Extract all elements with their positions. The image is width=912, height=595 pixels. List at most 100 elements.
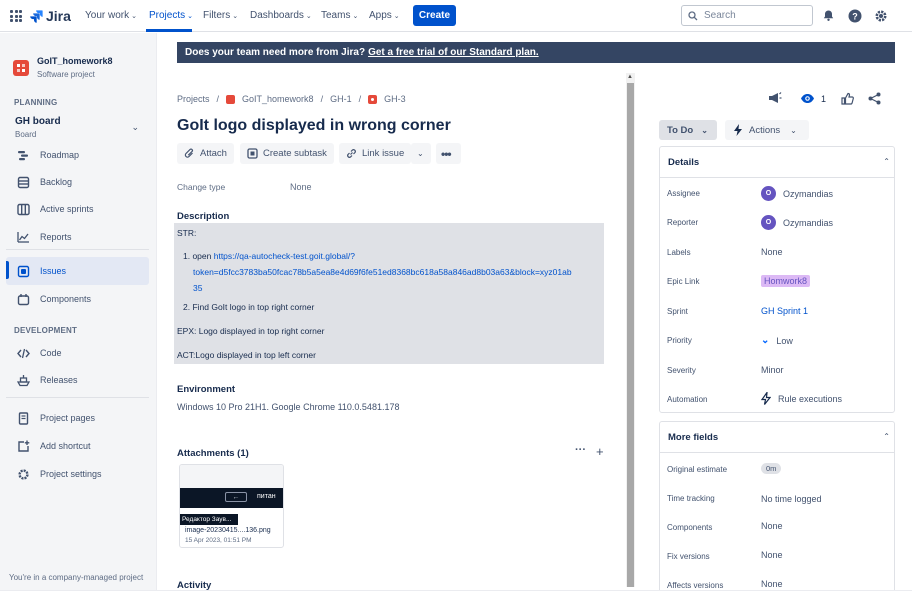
sidebar-footer: You're in a company-managed project	[9, 573, 144, 582]
epic-link-value[interactable]: Homwork8	[761, 275, 811, 287]
description-link[interactable]: https://qa-autocheck-test.goit.global/?	[214, 251, 355, 261]
priority-name: Low	[776, 335, 793, 346]
nav-teams[interactable]: Teams ⌄	[321, 10, 358, 21]
breadcrumb-separator: /	[320, 94, 324, 104]
time-tracking-label: Time tracking	[667, 494, 715, 503]
sidebar-item-components[interactable]: Components	[6, 286, 149, 312]
project-name[interactable]: GoIT_homework8	[37, 56, 113, 66]
original-estimate-value[interactable]: 0m	[761, 463, 782, 474]
more-fields-heading[interactable]: More fields	[668, 432, 718, 443]
sidebar-item-label: Project pages	[40, 413, 96, 423]
priority-value[interactable]: ⌄ Low	[761, 335, 793, 346]
breadcrumb-issue-key[interactable]: GH-3	[384, 94, 406, 104]
severity-value[interactable]: Minor	[761, 365, 784, 375]
automation-value[interactable]: Rule executions	[761, 392, 842, 405]
notifications-icon[interactable]	[821, 8, 836, 23]
breadcrumb-project[interactable]: GoIT_homework8	[242, 94, 314, 104]
components-value[interactable]: None	[761, 521, 783, 531]
environment-value[interactable]: Windows 10 Pro 21H1. Google Chrome 110.0…	[177, 402, 399, 412]
chevron-up-icon[interactable]: ⌃	[883, 432, 890, 441]
breadcrumb-separator: /	[216, 94, 220, 104]
share-icon[interactable]	[868, 92, 881, 110]
scrollbar-thumb[interactable]	[627, 83, 634, 587]
actions-label: Actions	[749, 124, 781, 136]
chevron-down-icon: ⌄	[352, 13, 359, 20]
chevron-down-icon: ⌄	[790, 125, 797, 135]
scroll-up-arrow-icon[interactable]: ▲	[627, 74, 633, 80]
board-subtitle: Board	[15, 130, 37, 139]
nav-your-work[interactable]: Your work ⌄	[85, 10, 137, 21]
fix-versions-value[interactable]: None	[761, 550, 783, 560]
nav-projects[interactable]: Projects ⌄	[149, 10, 193, 21]
chevron-down-icon: ⌄	[232, 13, 239, 20]
sprint-value[interactable]: GH Sprint 1	[761, 306, 808, 316]
more-actions-button[interactable]: •••	[436, 143, 461, 164]
description-content[interactable]: STR: 1. open https://qa-autocheck-test.g…	[174, 223, 604, 364]
sidebar-item-issues[interactable]: Issues	[6, 257, 149, 285]
breadcrumb-projects[interactable]: Projects	[177, 94, 210, 104]
paperclip-icon	[184, 148, 193, 158]
nav-dashboards[interactable]: Dashboards ⌄	[250, 10, 312, 21]
sidebar-item-roadmap[interactable]: Roadmap	[6, 142, 149, 168]
attachment-card[interactable]: ← питан Редактор Заув... image-20230415.…	[179, 464, 284, 548]
description-link-end[interactable]: 35	[193, 283, 202, 293]
sidebar-item-active-sprints[interactable]: Active sprints	[6, 196, 149, 222]
attach-button[interactable]: Attach	[177, 143, 234, 164]
add-shortcut-icon	[16, 439, 30, 453]
watch-button[interactable]: 1	[800, 93, 826, 104]
feedback-megaphone-icon[interactable]	[767, 91, 782, 110]
sidebar-item-project-pages[interactable]: Project pages	[6, 405, 149, 431]
sidebar-item-add-shortcut[interactable]: Add shortcut	[6, 433, 149, 459]
search-input[interactable]: Search	[681, 5, 813, 26]
sidebar-item-label: Roadmap	[40, 150, 80, 160]
chevron-up-icon[interactable]: ⌃	[883, 157, 890, 166]
subtask-icon	[247, 148, 258, 159]
nav-label: Teams	[321, 10, 351, 21]
breadcrumb-parent-issue[interactable]: GH-1	[330, 94, 352, 104]
board-switcher[interactable]: GH board Board ⌄	[6, 113, 149, 143]
thumbs-up-icon[interactable]	[841, 92, 854, 110]
jira-logo[interactable]: Jira	[30, 8, 71, 24]
add-attachment-icon[interactable]: +	[596, 444, 604, 459]
jira-logo-text: Jira	[46, 8, 71, 24]
help-icon[interactable]: ?	[847, 8, 862, 23]
settings-gear-icon[interactable]	[873, 8, 888, 23]
reporter-value[interactable]: O Ozymandias	[761, 215, 833, 230]
link-issue-dropdown[interactable]: ⌄	[411, 143, 431, 164]
sidebar-item-reports[interactable]: Reports	[6, 224, 149, 250]
create-subtask-button[interactable]: Create subtask	[240, 143, 334, 164]
description-link-continued[interactable]: token=d5fcc3783ba50fcac78b5a5ea8e4d69f6f…	[193, 267, 572, 277]
assignee-name: Ozymandias	[783, 188, 834, 199]
status-dropdown[interactable]: To Do ⌄	[659, 120, 717, 140]
labels-label: Labels	[667, 248, 691, 257]
change-type-value[interactable]: None	[290, 182, 312, 192]
details-heading[interactable]: Details	[668, 157, 699, 168]
time-tracking-value[interactable]: No time logged	[761, 494, 822, 504]
sidebar-item-project-settings[interactable]: Project settings	[6, 461, 149, 487]
chevron-down-icon: ⌄	[187, 13, 193, 20]
sidebar-item-backlog[interactable]: Backlog	[6, 169, 149, 195]
jira-logo-icon	[30, 10, 43, 23]
attachments-more-icon[interactable]: ···	[575, 444, 586, 456]
issue-title[interactable]: GoIt logo displayed in wrong corner	[177, 117, 451, 135]
sidebar-item-code[interactable]: Code	[6, 340, 149, 366]
assignee-value[interactable]: O Ozymandias	[761, 186, 833, 201]
sidebar-item-releases[interactable]: Releases	[6, 367, 149, 393]
project-type: Software project	[37, 70, 95, 79]
nav-label: Dashboards	[250, 10, 304, 21]
link-issue-button[interactable]: Link issue	[339, 143, 412, 164]
affects-versions-value[interactable]: None	[761, 579, 783, 589]
actions-dropdown[interactable]: Actions ⌄	[725, 120, 809, 140]
project-avatar[interactable]	[13, 60, 29, 76]
trial-banner: Does your team need more from Jira? Get …	[177, 42, 895, 63]
nav-filters[interactable]: Filters ⌄	[203, 10, 238, 21]
attachments-heading: Attachments (1)	[177, 448, 249, 459]
reporter-name: Ozymandias	[783, 217, 834, 228]
description-step-1: 1. open https://qa-autocheck-test.goit.g…	[183, 251, 355, 261]
nav-apps[interactable]: Apps ⌄	[369, 10, 400, 21]
banner-trial-link[interactable]: Get a free trial of our Standard plan.	[368, 47, 539, 58]
sidebar-item-label: Code	[40, 348, 62, 358]
labels-value[interactable]: None	[761, 247, 783, 257]
app-switcher-icon[interactable]	[10, 10, 22, 22]
create-button[interactable]: Create	[413, 5, 456, 26]
